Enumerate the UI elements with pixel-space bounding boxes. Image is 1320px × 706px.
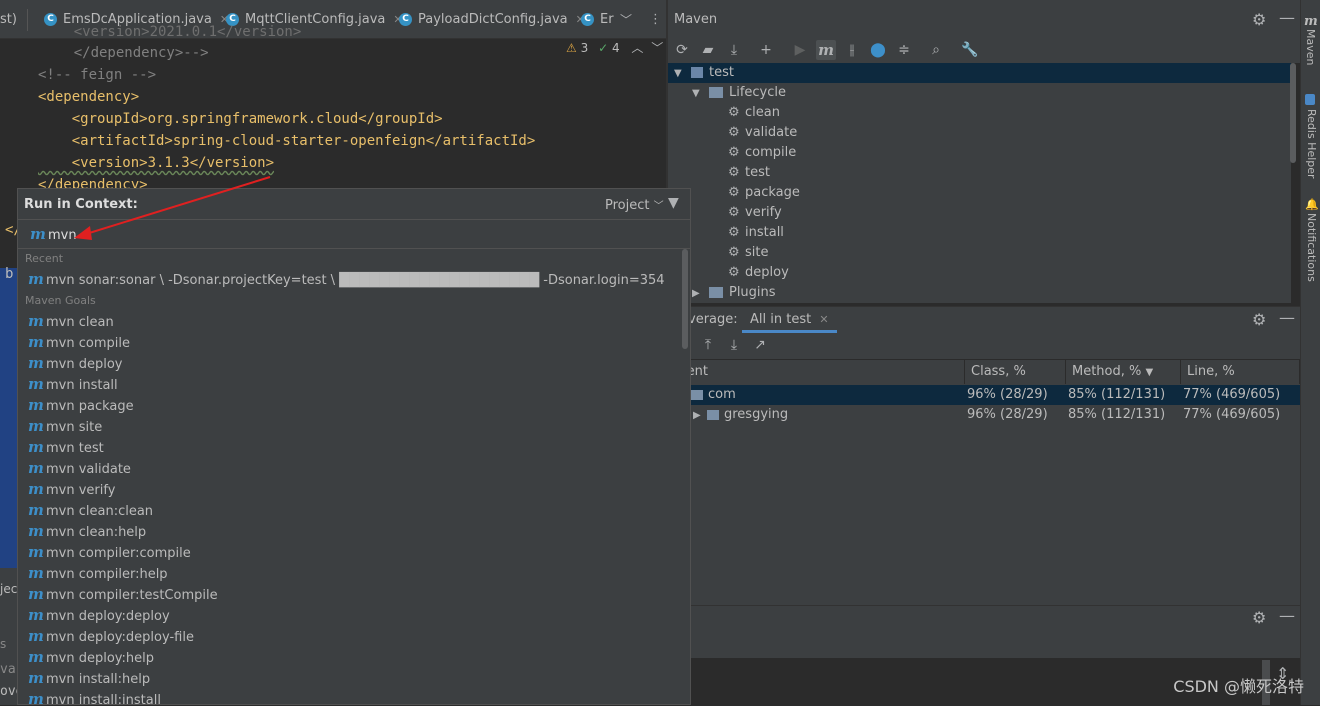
- arrow-line: [85, 176, 271, 235]
- watermark: CSDN @懒死洛特: [1173, 677, 1304, 696]
- arrow-head: [74, 226, 92, 240]
- annotation-arrow: [74, 176, 271, 240]
